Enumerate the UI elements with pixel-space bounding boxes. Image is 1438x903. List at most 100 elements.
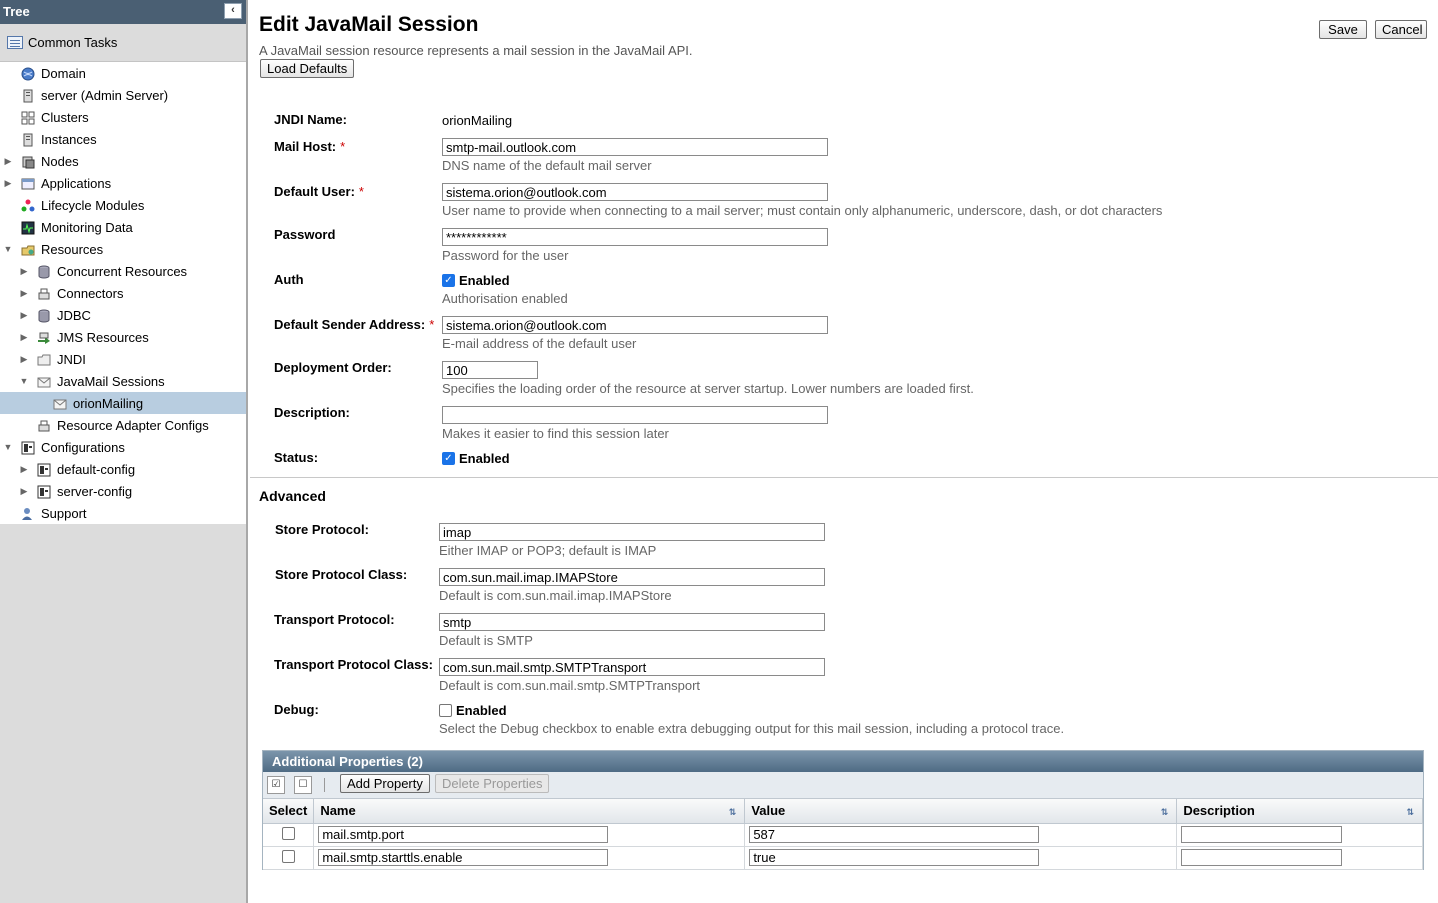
collapse-icon[interactable]: ▼	[3, 442, 13, 452]
sort-icon[interactable]: ⇅	[1406, 807, 1414, 818]
deployment-order-label: Deployment Order:	[274, 360, 392, 375]
password-field[interactable]	[442, 228, 828, 246]
row-select-checkbox[interactable]	[281, 826, 295, 840]
load-defaults-button[interactable]: Load Defaults	[260, 59, 355, 78]
properties-toolbar: ☑ ☐ Add Property Delete Properties	[263, 772, 1423, 799]
cancel-button[interactable]: Cancel	[1375, 20, 1427, 39]
jms-icon	[37, 331, 51, 345]
tree-node-server[interactable]: server (Admin Server)	[0, 84, 246, 106]
tree-node-instances[interactable]: Instances	[0, 128, 246, 150]
expand-icon[interactable]: ▶	[3, 178, 13, 189]
expand-icon[interactable]: ▶	[19, 332, 29, 343]
expand-icon[interactable]: ▶	[3, 156, 13, 167]
transport-protocol-class-field[interactable]	[439, 658, 825, 676]
config-icon	[21, 441, 35, 455]
property-value-field[interactable]	[749, 849, 1040, 866]
mail-host-field[interactable]	[442, 138, 828, 156]
mail-host-help: DNS name of the default mail server	[442, 158, 652, 173]
tree-node-label: Domain	[41, 65, 86, 81]
expand-icon[interactable]: ▶	[19, 310, 29, 321]
expand-icon[interactable]: ▶	[19, 464, 29, 475]
description-label: Description:	[274, 405, 350, 420]
property-name-field[interactable]	[318, 849, 609, 866]
tree-node-domain[interactable]: Domain	[0, 62, 246, 84]
tree-node-label: Concurrent Resources	[57, 263, 188, 279]
mail-icon	[37, 375, 51, 389]
tree-node-server-config[interactable]: ▶ server-config	[0, 480, 246, 502]
transport-protocol-class-help: Default is com.sun.mail.smtp.SMTPTranspo…	[439, 678, 701, 693]
expand-icon[interactable]: ▶	[19, 486, 29, 497]
row-select-checkbox[interactable]	[281, 849, 295, 863]
common-tasks-link[interactable]: Common Tasks	[0, 24, 246, 62]
default-user-field[interactable]	[442, 183, 828, 201]
checkbox-checked-icon[interactable]	[442, 274, 455, 287]
tree-node-jndi[interactable]: ▶ JNDI	[0, 348, 246, 370]
password-help: Password for the user	[442, 248, 569, 263]
tree-node-lifecycle-modules[interactable]: Lifecycle Modules	[0, 194, 246, 216]
sort-icon[interactable]: ⇅	[1161, 807, 1169, 818]
debug-enabled-checkbox[interactable]: Enabled	[439, 703, 507, 718]
property-description-field[interactable]	[1181, 849, 1343, 866]
tree-node-connectors[interactable]: ▶ Connectors	[0, 282, 246, 304]
store-protocol-field[interactable]	[439, 523, 825, 541]
config-icon	[37, 463, 51, 477]
tree-node-resource-adapter-configs[interactable]: Resource Adapter Configs	[0, 414, 246, 436]
property-name-field[interactable]	[318, 826, 609, 843]
row-select-cell	[263, 823, 315, 847]
auth-enabled-checkbox[interactable]: Enabled	[442, 273, 510, 288]
tree-node-configurations[interactable]: ▼ Configurations	[0, 436, 246, 458]
collapse-tree-button[interactable]: ‹	[224, 3, 242, 19]
checkbox-unchecked-icon[interactable]	[439, 704, 452, 717]
tree-node-applications[interactable]: ▶ Applications	[0, 172, 246, 194]
save-button[interactable]: Save	[1319, 20, 1367, 39]
tree-node-monitoring-data[interactable]: Monitoring Data	[0, 216, 246, 238]
sort-icon[interactable]: ⇅	[729, 807, 737, 818]
deselect-all-icon[interactable]: ☐	[294, 776, 312, 794]
transport-protocol-label: Transport Protocol:	[274, 612, 395, 627]
default-user-help: User name to provide when connecting to …	[442, 203, 1163, 218]
tree-node-orionmailing[interactable]: orionMailing	[0, 392, 246, 414]
tree-node-nodes[interactable]: ▶ Nodes	[0, 150, 246, 172]
tree-node-concurrent-resources[interactable]: ▶ Concurrent Resources	[0, 260, 246, 282]
status-enabled-checkbox[interactable]: Enabled	[442, 451, 510, 466]
support-icon	[21, 507, 35, 521]
required-mark: *	[358, 184, 364, 199]
tree-node-label: Instances	[41, 131, 97, 147]
tree-node-support[interactable]: Support	[0, 502, 246, 524]
column-header-value[interactable]: Value ⇅	[744, 799, 1178, 824]
cluster-icon	[21, 111, 35, 125]
column-header-description[interactable]: Description ⇅	[1176, 799, 1423, 824]
tree-node-label: Support	[41, 505, 87, 521]
tree-node-resources[interactable]: ▼ Resources	[0, 238, 246, 260]
checkbox-checked-icon[interactable]	[442, 452, 455, 465]
collapse-icon[interactable]: ▼	[3, 244, 13, 254]
transport-protocol-field[interactable]	[439, 613, 825, 631]
tree-node-default-config[interactable]: ▶ default-config	[0, 458, 246, 480]
server-icon	[21, 89, 35, 103]
add-property-button[interactable]: Add Property	[340, 774, 430, 793]
tree-node-javamail-sessions[interactable]: ▼ JavaMail Sessions	[0, 370, 246, 392]
store-protocol-class-field[interactable]	[439, 568, 825, 586]
store-protocol-help: Either IMAP or POP3; default is IMAP	[439, 543, 657, 558]
property-description-field[interactable]	[1181, 826, 1343, 843]
select-all-icon[interactable]: ☑	[267, 776, 285, 794]
tree-node-label: JavaMail Sessions	[57, 373, 165, 389]
resources-icon	[21, 243, 35, 257]
folder-icon	[37, 353, 51, 367]
collapse-icon[interactable]: ▼	[19, 376, 29, 386]
tree-node-jms-resources[interactable]: ▶ JMS Resources	[0, 326, 246, 348]
description-field[interactable]	[442, 406, 828, 424]
delete-properties-button[interactable]: Delete Properties	[435, 774, 550, 793]
column-header-name[interactable]: Name ⇅	[313, 799, 746, 824]
property-value-field[interactable]	[749, 826, 1040, 843]
expand-icon[interactable]: ▶	[19, 266, 29, 277]
tree-node-label: Applications	[41, 175, 112, 191]
expand-icon[interactable]: ▶	[19, 288, 29, 299]
tree-node-label: Configurations	[41, 439, 125, 455]
lifecycle-icon	[21, 199, 35, 213]
tree-node-jdbc[interactable]: ▶ JDBC	[0, 304, 246, 326]
tree-node-clusters[interactable]: Clusters	[0, 106, 246, 128]
expand-icon[interactable]: ▶	[19, 354, 29, 365]
deployment-order-field[interactable]	[442, 361, 538, 379]
sender-address-field[interactable]	[442, 316, 828, 334]
